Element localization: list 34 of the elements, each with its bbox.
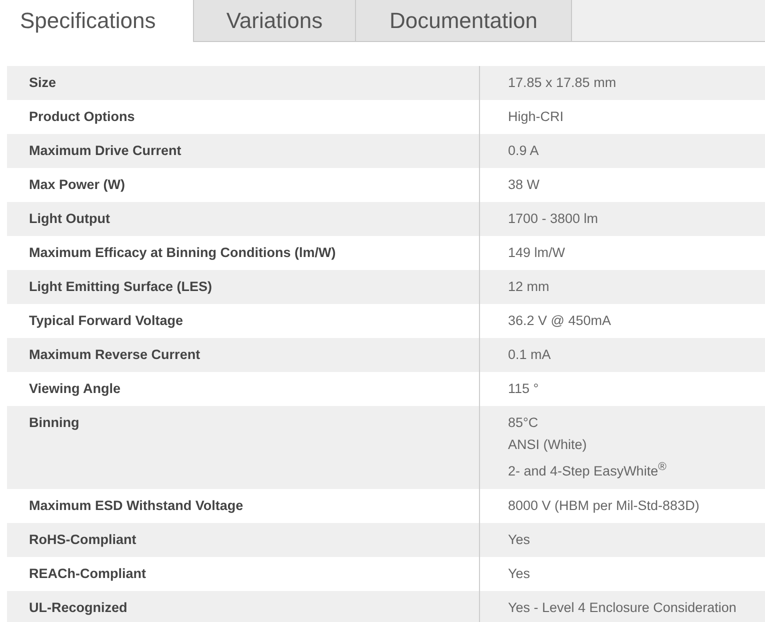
spec-label: REACh-Compliant xyxy=(29,566,146,580)
spec-label: Maximum ESD Withstand Voltage xyxy=(29,498,244,512)
spec-value: 17.85 x 17.85 mm xyxy=(508,74,616,92)
spec-value: 36.2 V @ 450mA xyxy=(508,312,612,330)
spec-label: Size xyxy=(29,75,56,90)
spec-value: 8000 V (HBM per Mil-Std-883D) xyxy=(508,496,700,515)
tab[interactable]: Variations xyxy=(194,0,356,42)
spec-label: Light Emitting Surface (LES) xyxy=(29,279,212,294)
spec-label: Viewing Angle xyxy=(29,381,121,396)
spec-value: 0.9 A xyxy=(508,142,539,160)
spec-value: ANSI (White) xyxy=(508,436,587,454)
spec-label: Maximum Reverse Current xyxy=(29,347,200,362)
spec-value: 85°C xyxy=(508,414,538,432)
spec-value: 115 ° xyxy=(508,380,539,398)
spec-label: RoHS-Compliant xyxy=(29,532,136,546)
spec-label: Typical Forward Voltage xyxy=(29,313,184,328)
spec-label: Light Output xyxy=(29,211,110,226)
spec-label: Product Options xyxy=(29,109,135,124)
spec-label: Maximum Efficacy at Binning Conditions (lm/W) xyxy=(29,245,336,260)
spec-label: Binning xyxy=(29,415,80,430)
spec-value: 12 mm xyxy=(508,278,550,296)
spec-value: 1700 - 3800 lm xyxy=(508,210,598,228)
spec-value: Yes - Level 4 Enclosure Consideration xyxy=(508,598,736,616)
spec-value: 149 lm/W xyxy=(508,244,566,262)
spec-value: 0.1 mA xyxy=(508,346,551,364)
spec-value: 2- and 4-Step EasyWhite$^{®}$ xyxy=(508,460,666,480)
tab[interactable]: Documentation xyxy=(356,0,572,42)
spec-value: Yes xyxy=(508,530,530,548)
spec-value: High-CRI xyxy=(508,108,564,126)
spec-label: UL-Recognized xyxy=(29,600,128,614)
spec-value: Yes xyxy=(508,564,530,582)
spec-value: 38 W xyxy=(508,176,540,194)
spec-label: Maximum Drive Current xyxy=(29,143,182,158)
spec-label: Max Power (W) xyxy=(29,177,126,192)
